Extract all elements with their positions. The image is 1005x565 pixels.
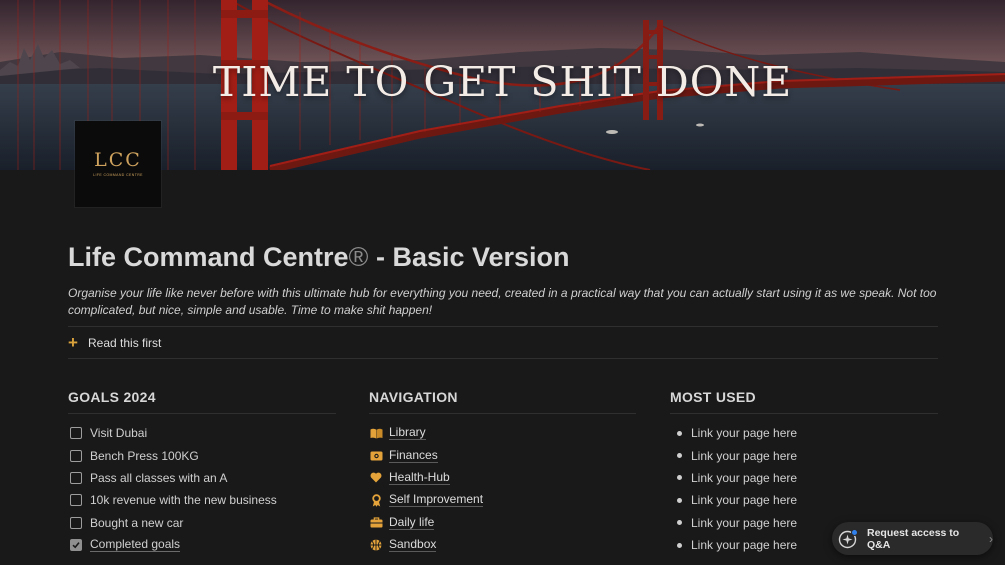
goal-label[interactable]: Pass all classes with an A [90,471,227,485]
sparkle-chat-icon [838,528,858,549]
divider [68,358,938,359]
goals-column: GOALS 2024 Visit Dubai Bench Press 100KG… [68,388,336,556]
divider [369,413,636,414]
briefcase-icon [369,517,383,528]
qa-label: Request access to Q&A [867,526,960,551]
nav-label: Library [389,425,426,441]
goal-label[interactable]: Visit Dubai [90,426,147,440]
nav-item-finances[interactable]: Finances [369,444,636,466]
completed-goals-link[interactable]: Completed goals [90,538,181,553]
page-icon-logo[interactable]: LCC LIFE COMMAND CENTRE [75,121,161,207]
goal-label[interactable]: Bench Press 100KG [90,449,199,463]
ribbon-icon [369,494,383,507]
logo-subtitle: LIFE COMMAND CENTRE [93,173,143,177]
nav-item-library[interactable]: Library [369,422,636,444]
book-icon [369,428,383,439]
nav-item-health-hub[interactable]: Health-Hub [369,467,636,489]
nav-label: Finances [389,447,438,463]
list-item[interactable]: Link your page here [670,444,938,466]
checkbox[interactable] [70,449,82,462]
goal-item: Pass all classes with an A [68,467,336,489]
goals-heading: GOALS 2024 [68,389,156,405]
page-description: Organise your life like never before wit… [68,286,937,317]
bullet [677,497,682,503]
goal-item: Bought a new car [68,512,336,534]
link-placeholder: Link your page here [691,515,798,530]
goal-item: 10k revenue with the new business [68,489,336,511]
page-title[interactable]: Life Command Centre® - Basic Version [68,242,570,273]
page-title-main: Life Command Centre [68,242,349,272]
bullet [677,453,682,459]
checkmark-icon [72,542,80,549]
list-item[interactable]: Link your page here [670,422,938,444]
goal-item: Completed goals [68,534,336,556]
plus-icon: + [68,333,78,352]
link-placeholder: Link your page here [691,470,798,485]
goal-label[interactable]: 10k revenue with the new business [90,493,277,507]
divider [670,413,938,414]
nav-label: Health-Hub [389,469,450,485]
heart-icon [369,472,383,483]
logo-mark: LCC [94,149,142,171]
list-item[interactable]: Link your page here [670,467,938,489]
nav-label: Self Improvement [389,492,484,508]
link-placeholder: Link your page here [691,538,798,553]
navigation-column: NAVIGATION Library Finances Health-Hub S… [369,388,636,556]
money-icon [369,451,383,461]
link-placeholder: Link your page here [691,426,798,441]
nav-label: Sandbox [389,537,437,553]
link-placeholder: Link your page here [691,448,798,463]
nav-item-sandbox[interactable]: Sandbox [369,534,636,556]
goal-item: Visit Dubai [68,422,336,444]
link-placeholder: Link your page here [691,493,798,508]
checkbox[interactable] [70,471,82,484]
cover-title: TIME TO GET SHIT DONE [212,58,793,106]
toggle-label: Read this first [88,336,162,350]
list-item[interactable]: Link your page here [670,489,938,511]
bullet [677,542,682,548]
goal-label[interactable]: Bought a new car [90,516,183,530]
most-used-heading: MOST USED [670,389,756,405]
page-title-suffix: - Basic Version [368,242,570,272]
checkbox[interactable] [70,516,82,529]
nav-item-self-improvement[interactable]: Self Improvement [369,489,636,511]
goal-item: Bench Press 100KG [68,444,336,466]
divider [68,413,336,414]
checkbox[interactable] [70,427,82,440]
bullet [677,520,682,526]
checkbox-checked[interactable] [70,539,82,552]
navigation-heading: NAVIGATION [369,389,458,405]
registered-mark: ® [348,242,369,272]
nav-label: Daily life [389,514,435,530]
bullet [677,475,682,481]
nav-item-daily-life[interactable]: Daily life [369,512,636,534]
chevron-right-icon: › [989,531,993,546]
read-this-first-toggle[interactable]: + Read this first [68,334,161,352]
request-qa-button[interactable]: Request access to Q&A › [832,522,993,555]
divider [68,326,938,327]
basketball-icon [369,539,383,551]
checkbox[interactable] [70,494,82,507]
bullet [677,430,682,436]
